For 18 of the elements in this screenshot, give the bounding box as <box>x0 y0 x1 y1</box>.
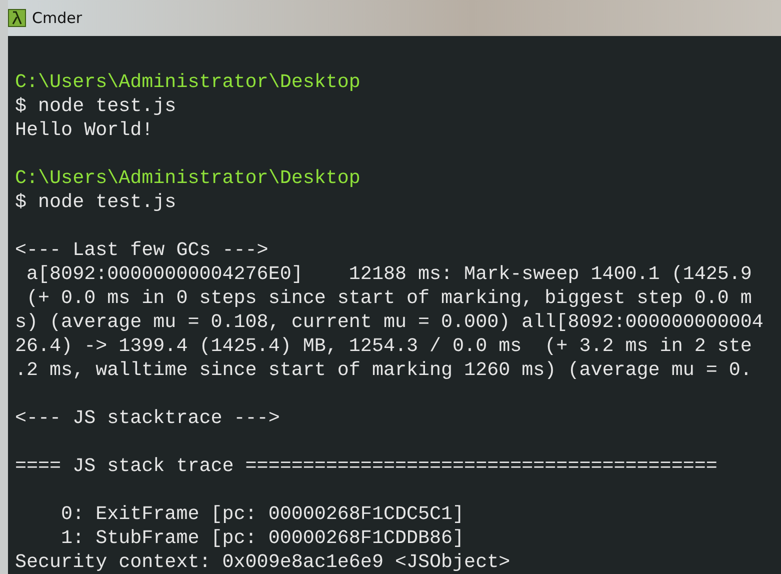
console-line: 26.4) -> 1399.4 (1425.4) MB, 1254.3 / 0.0 ms (+ 3.2 ms in 2 ste <box>15 334 753 358</box>
console-line: 1: StubFrame [pc: 00000268F1CDDB86] <box>60 526 466 550</box>
console-line: a[8092:00000000004276E0] 12188 ms: Mark-sweep 1400.1 (1425.9 <box>26 262 753 286</box>
console-line: $ node test.js <box>15 94 178 118</box>
prompt-path: C:\Users\Administrator\Desktop <box>15 166 362 190</box>
console-line: $ node test.js <box>15 190 178 214</box>
console-line: Hello World! <box>15 118 154 142</box>
console-line: <--- JS stacktrace ---> <box>15 406 281 430</box>
console-line: .2 ms, walltime since start of marking 1260 ms) (average mu = 0. <box>15 358 753 382</box>
console-line: <--- Last few GCs ---> <box>15 238 270 262</box>
console-line: 0: ExitFrame [pc: 00000268F1CDC5C1] <box>60 502 466 526</box>
prompt-path: C:\Users\Administrator\Desktop <box>15 70 362 94</box>
console-line: Security context: 0x009e8ac1e6e9 <JSObject> <box>15 550 512 574</box>
console-line: (+ 0.0 ms in 0 steps since start of marking, biggest step 0.0 m <box>26 286 753 310</box>
lambda-icon <box>8 9 26 27</box>
console-line: s) (average mu = 0.108, current mu = 0.000) all[8092:000000000004 <box>15 310 764 334</box>
window-title: Cmder <box>32 8 82 29</box>
console-line: ==== JS stack trace ========================================= <box>15 454 718 478</box>
